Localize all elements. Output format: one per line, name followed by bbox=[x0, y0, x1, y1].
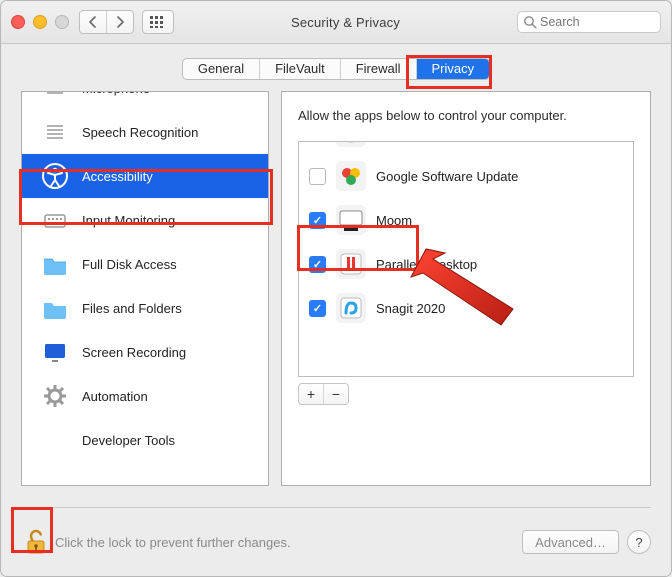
sidebar-item-developer-tools[interactable]: Developer Tools bbox=[22, 418, 268, 462]
sidebar-item-files-folders[interactable]: Files and Folders bbox=[22, 286, 268, 330]
add-button[interactable]: + bbox=[299, 384, 323, 404]
app-row-parallels-desktop[interactable]: Parallels Desktop bbox=[299, 242, 633, 286]
sidebar-item-label: Developer Tools bbox=[82, 433, 175, 448]
chevron-right-icon[interactable] bbox=[106, 11, 133, 33]
app-row-google-software-update[interactable]: Google Software Update bbox=[299, 154, 633, 198]
tab-privacy[interactable]: Privacy bbox=[416, 59, 490, 79]
sidebar-item-microphone[interactable]: Microphone bbox=[22, 91, 268, 110]
app-label: Google Software Update bbox=[376, 169, 518, 184]
sidebar-item-label: Accessibility bbox=[82, 169, 153, 184]
tab-bar: General FileVault Firewall Privacy bbox=[1, 44, 671, 92]
chevron-left-icon[interactable] bbox=[80, 11, 106, 33]
sidebar-item-screen-recording[interactable]: Screen Recording bbox=[22, 330, 268, 374]
sidebar-item-label: Input Monitoring bbox=[82, 213, 175, 228]
microphone-icon bbox=[40, 91, 70, 103]
sidebar-item-label: Automation bbox=[82, 389, 148, 404]
app-icon bbox=[336, 161, 366, 191]
tab-general[interactable]: General bbox=[183, 59, 259, 79]
nav-back-forward[interactable] bbox=[79, 10, 134, 34]
privacy-detail-pane: Allow the apps below to control your com… bbox=[281, 91, 651, 486]
show-all-prefs-button[interactable] bbox=[142, 10, 174, 34]
folder-icon bbox=[40, 293, 70, 323]
app-label: Parallels Desktop bbox=[376, 257, 477, 272]
sidebar-item-input-monitoring[interactable]: Input Monitoring bbox=[22, 198, 268, 242]
lock-icon[interactable] bbox=[21, 527, 51, 557]
checkbox[interactable] bbox=[309, 300, 326, 317]
sidebar-item-automation[interactable]: Automation bbox=[22, 374, 268, 418]
app-icon bbox=[336, 249, 366, 279]
app-icon bbox=[336, 141, 366, 147]
checkbox[interactable] bbox=[309, 212, 326, 229]
search-input[interactable] bbox=[517, 11, 661, 33]
app-row-google-chrome[interactable]: Google Chrome bbox=[299, 141, 633, 154]
app-row-snagit-2020[interactable]: Snagit 2020 bbox=[299, 286, 633, 330]
accessibility-icon bbox=[40, 161, 70, 191]
gear-icon bbox=[40, 381, 70, 411]
close-icon[interactable] bbox=[11, 15, 25, 29]
keyboard-icon bbox=[40, 205, 70, 235]
help-button[interactable]: ? bbox=[627, 530, 651, 554]
preferences-window: Security & Privacy General FileVault Fir… bbox=[0, 0, 672, 577]
traffic-lights bbox=[11, 15, 69, 29]
search-field[interactable] bbox=[517, 11, 661, 33]
sidebar-item-full-disk-access[interactable]: Full Disk Access bbox=[22, 242, 268, 286]
checkbox[interactable] bbox=[309, 256, 326, 273]
app-list[interactable]: Google Chrome Google Software Update Moo… bbox=[298, 141, 634, 377]
folder-icon bbox=[40, 249, 70, 279]
app-label: Moom bbox=[376, 213, 412, 228]
screen-icon bbox=[40, 337, 70, 367]
tabs: General FileVault Firewall Privacy bbox=[182, 58, 490, 80]
sidebar-item-speech[interactable]: Speech Recognition bbox=[22, 110, 268, 154]
add-remove-control: + − bbox=[298, 383, 349, 405]
sidebar-item-label: Screen Recording bbox=[82, 345, 186, 360]
content-area: Microphone Speech Recognition Accessibil… bbox=[21, 91, 651, 486]
search-icon bbox=[523, 15, 537, 29]
sidebar-item-label: Microphone bbox=[82, 91, 150, 96]
titlebar: Security & Privacy bbox=[1, 1, 671, 44]
window-title: Security & Privacy bbox=[184, 15, 507, 30]
privacy-sidebar[interactable]: Microphone Speech Recognition Accessibil… bbox=[21, 91, 269, 486]
app-label: Snagit 2020 bbox=[376, 301, 445, 316]
tab-filevault[interactable]: FileVault bbox=[259, 59, 340, 79]
app-icon bbox=[336, 293, 366, 323]
zoom-icon[interactable] bbox=[55, 15, 69, 29]
detail-heading: Allow the apps below to control your com… bbox=[298, 108, 634, 123]
remove-button[interactable]: − bbox=[323, 384, 348, 404]
checkbox[interactable] bbox=[309, 168, 326, 185]
app-row-moom[interactable]: Moom bbox=[299, 198, 633, 242]
advanced-button[interactable]: Advanced… bbox=[522, 530, 619, 554]
footer: Click the lock to prevent further change… bbox=[21, 507, 651, 562]
app-icon bbox=[336, 205, 366, 235]
sidebar-item-label: Full Disk Access bbox=[82, 257, 177, 272]
sidebar-item-label: Speech Recognition bbox=[82, 125, 198, 140]
sidebar-item-label: Files and Folders bbox=[82, 301, 182, 316]
sidebar-item-accessibility[interactable]: Accessibility bbox=[22, 154, 268, 198]
speech-icon bbox=[40, 117, 70, 147]
lock-hint: Click the lock to prevent further change… bbox=[55, 535, 291, 550]
tab-firewall[interactable]: Firewall bbox=[340, 59, 416, 79]
blank-icon bbox=[40, 425, 70, 455]
minimize-icon[interactable] bbox=[33, 15, 47, 29]
